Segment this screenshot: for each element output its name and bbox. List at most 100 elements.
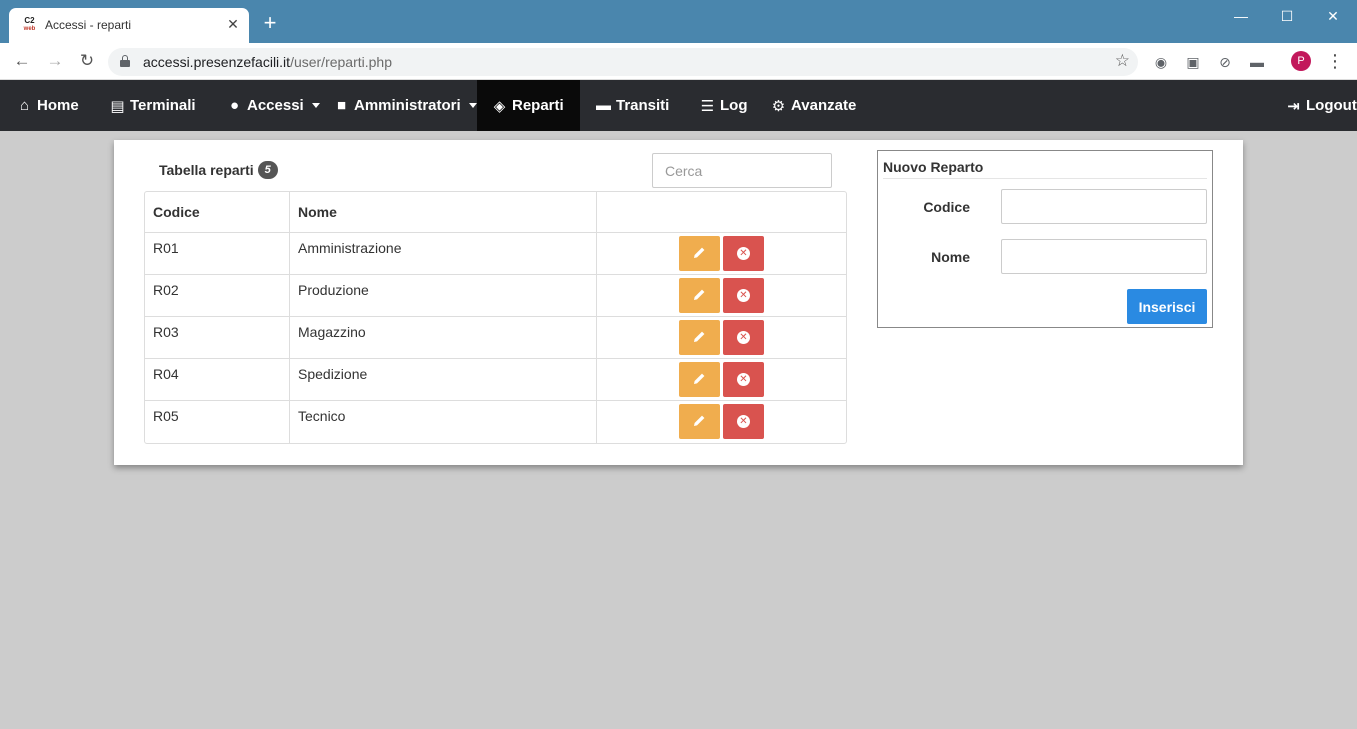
column-header-codice[interactable]: Codice	[145, 192, 290, 233]
logout-icon: ⇥	[1287, 97, 1300, 115]
table-header-row: Codice Nome	[145, 192, 846, 233]
extension-chat-icon[interactable]: ◉	[1151, 52, 1171, 72]
tags-icon: ◈	[493, 97, 506, 115]
nav-label-amministratori: Amministratori	[354, 97, 461, 114]
terminal-icon: ▤	[110, 97, 125, 115]
nav-item-amministratori[interactable]: ■ Amministratori	[329, 80, 481, 131]
home-icon: ⌂	[19, 97, 30, 114]
cell-nome: Spedizione	[290, 359, 597, 401]
remove-circle-icon: ✕	[737, 373, 750, 386]
favicon-text-bottom: web	[23, 26, 36, 32]
back-arrow-icon[interactable]: ←	[11, 50, 33, 72]
cell-codice: R05	[145, 401, 290, 443]
codice-input[interactable]	[1001, 189, 1207, 224]
edit-button[interactable]	[679, 236, 720, 271]
nav-label-home: Home	[37, 97, 79, 114]
cell-actions: ✕	[597, 275, 846, 317]
maximize-icon[interactable]: ☐	[1275, 6, 1299, 26]
remove-circle-icon: ✕	[737, 415, 750, 428]
cell-codice: R02	[145, 275, 290, 317]
edit-button[interactable]	[679, 362, 720, 397]
pencil-icon	[694, 415, 705, 426]
browser-menu-icon[interactable]: ⋮	[1326, 50, 1344, 72]
nav-item-logout[interactable]: ⇥ Logout	[1281, 80, 1357, 131]
browser-titlebar: C2 web Accessi - reparti ✕ + — ☐ ✕	[0, 0, 1357, 43]
delete-button[interactable]: ✕	[723, 278, 764, 313]
address-bar[interactable]: accessi.presenzefacili.it/user/reparti.p…	[108, 48, 1138, 76]
nav-item-terminali[interactable]: ▤ Terminali	[105, 80, 200, 131]
delete-button[interactable]: ✕	[723, 404, 764, 439]
search-input[interactable]	[652, 153, 832, 188]
pencil-icon	[694, 289, 705, 300]
form-legend: Nuovo Reparto	[883, 159, 1207, 179]
nav-label-reparti: Reparti	[512, 97, 564, 114]
nav-label-accessi: Accessi	[247, 97, 304, 114]
codice-label: Codice	[923, 199, 970, 215]
extension-mask-icon[interactable]: ▬	[1247, 52, 1267, 72]
window-close-icon[interactable]: ✕	[1321, 6, 1345, 26]
url-text: accessi.presenzefacili.it/user/reparti.p…	[143, 54, 392, 70]
cell-codice: R03	[145, 317, 290, 359]
favicon-text-top: C2	[24, 16, 35, 25]
nav-label-log: Log	[720, 97, 748, 114]
edit-button[interactable]	[679, 320, 720, 355]
edit-button[interactable]	[679, 278, 720, 313]
cell-nome: Magazzino	[290, 317, 597, 359]
url-host: accessi.presenzefacili.it	[143, 54, 291, 70]
browser-toolbar: ← → ↻ accessi.presenzefacili.it/user/rep…	[0, 43, 1357, 80]
reparti-table: Codice Nome R01 Amministrazione ✕ R02 Pr…	[144, 191, 847, 444]
forward-arrow-icon[interactable]: →	[44, 50, 66, 72]
browser-tab[interactable]: C2 web Accessi - reparti ✕	[9, 8, 249, 43]
pencil-icon	[694, 373, 705, 384]
list-icon: ☰	[700, 97, 715, 115]
remove-circle-icon: ✕	[737, 247, 750, 260]
site-favicon-icon: C2 web	[21, 17, 38, 34]
nav-item-transiti[interactable]: ▬ Transiti	[591, 80, 673, 131]
table-row: R04 Spedizione ✕	[145, 359, 846, 401]
count-badge: 5	[257, 161, 278, 179]
cell-actions: ✕	[597, 233, 846, 275]
pencil-icon	[694, 331, 705, 342]
cell-nome: Amministrazione	[290, 233, 597, 275]
nav-item-home[interactable]: ⌂ Home	[12, 80, 83, 131]
nav-label-terminali: Terminali	[130, 97, 196, 114]
minimize-icon[interactable]: —	[1229, 6, 1253, 26]
chevron-down-icon	[311, 103, 320, 108]
profile-avatar[interactable]: P	[1291, 51, 1311, 71]
nav-item-reparti[interactable]: ◈ Reparti	[477, 80, 580, 131]
cell-codice: R01	[145, 233, 290, 275]
table-row: R05 Tecnico ✕	[145, 401, 846, 443]
user-icon: ●	[229, 97, 240, 114]
cell-nome: Produzione	[290, 275, 597, 317]
nav-item-accessi[interactable]: ● Accessi	[222, 80, 324, 131]
nome-input[interactable]	[1001, 239, 1207, 274]
extension-globe-icon[interactable]: ⊘	[1215, 52, 1235, 72]
table-row: R03 Magazzino ✕	[145, 317, 846, 359]
delete-button[interactable]: ✕	[723, 236, 764, 271]
nav-label-avanzate: Avanzate	[791, 97, 857, 114]
bookmark-star-icon[interactable]: ☆	[1115, 51, 1130, 71]
nav-item-avanzate[interactable]: ⚙ Avanzate	[766, 80, 860, 131]
table-row: R02 Produzione ✕	[145, 275, 846, 317]
cell-actions: ✕	[597, 359, 846, 401]
tab-close-icon[interactable]: ✕	[225, 16, 241, 32]
reload-icon[interactable]: ↻	[76, 50, 98, 72]
lock-icon	[120, 55, 130, 67]
extension-cast-icon[interactable]: ▣	[1183, 52, 1203, 72]
cell-codice: R04	[145, 359, 290, 401]
lock-icon: ■	[336, 97, 347, 114]
table-title-text: Tabella reparti	[159, 162, 254, 178]
main-navbar: ⌂ Home ▤ Terminali ● Accessi ■ Amministr…	[0, 80, 1357, 131]
edit-button[interactable]	[679, 404, 720, 439]
new-tab-icon[interactable]: +	[259, 12, 281, 35]
gear-icon: ⚙	[771, 97, 786, 115]
delete-button[interactable]: ✕	[723, 362, 764, 397]
cell-actions: ✕	[597, 401, 846, 443]
column-header-nome[interactable]: Nome	[290, 192, 597, 233]
nav-label-logout: Logout	[1306, 97, 1357, 114]
inserisci-button[interactable]: Inserisci	[1127, 289, 1207, 324]
delete-button[interactable]: ✕	[723, 320, 764, 355]
nuovo-reparto-form: Nuovo Reparto Codice Nome Inserisci	[877, 150, 1213, 328]
nav-item-log[interactable]: ☰ Log	[695, 80, 752, 131]
table-title: Tabella reparti 5	[159, 161, 278, 179]
